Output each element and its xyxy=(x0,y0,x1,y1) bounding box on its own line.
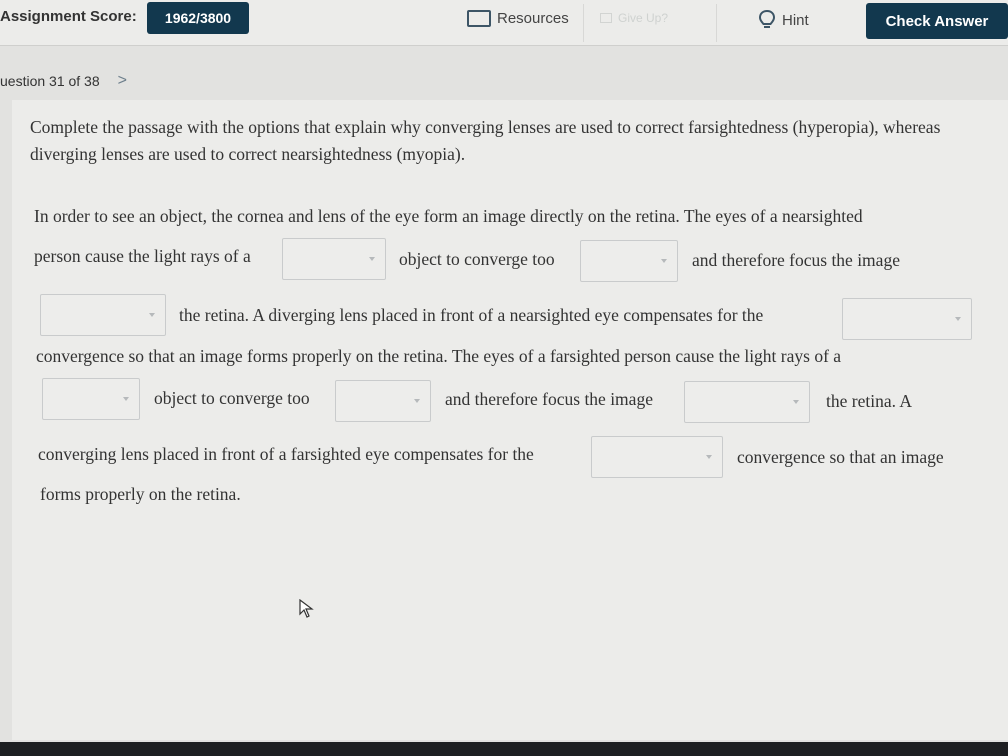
resources-icon xyxy=(467,9,491,27)
passage-text: and therefore focus the image xyxy=(445,389,653,409)
passage-text: converging lens placed in front of a far… xyxy=(38,444,534,464)
answer-dropdown-2[interactable] xyxy=(580,240,678,282)
give-up-label: Give Up? xyxy=(618,11,669,25)
answer-dropdown-3[interactable] xyxy=(40,294,166,336)
assignment-score-value: 1962/3800 xyxy=(147,2,249,34)
answer-dropdown-1[interactable] xyxy=(282,238,386,280)
passage-text: and therefore focus the image xyxy=(692,250,900,270)
resources-label: Resources xyxy=(497,9,569,27)
assignment-toolbar: Assignment Score: 1962/3800 Resources Gi… xyxy=(0,0,1008,46)
resources-button[interactable]: Resources xyxy=(467,0,569,40)
chevron-right-icon[interactable]: > xyxy=(118,72,127,90)
give-up-button[interactable]: Give Up? xyxy=(600,0,668,40)
passage-text: object to converge too xyxy=(154,388,310,408)
answer-dropdown-4[interactable] xyxy=(842,298,972,340)
caret-down-icon xyxy=(661,259,667,263)
passage-text: In order to see an object, the cornea an… xyxy=(34,206,863,226)
toolbar-divider xyxy=(716,4,717,42)
give-up-icon xyxy=(600,13,612,23)
toolbar-divider xyxy=(583,4,584,42)
caret-down-icon xyxy=(149,313,155,317)
question-instructions: Complete the passage with the options th… xyxy=(30,117,941,164)
question-counter: uestion 31 of 38 xyxy=(0,73,100,89)
passage-text: object to converge too xyxy=(399,249,555,269)
passage-text: forms properly on the retina. xyxy=(40,484,241,504)
answer-dropdown-8[interactable] xyxy=(591,436,723,478)
question-navigator: uestion 31 of 38 > xyxy=(0,72,127,90)
question-panel: Complete the passage with the options th… xyxy=(12,100,1008,740)
caret-down-icon xyxy=(706,455,712,459)
caret-down-icon xyxy=(414,399,420,403)
passage-text: convergence so that an image forms prope… xyxy=(36,346,842,366)
check-answer-button[interactable]: Check Answer xyxy=(866,3,1008,39)
answer-dropdown-5[interactable] xyxy=(42,378,140,420)
passage-text: person cause the light rays of a xyxy=(34,246,251,266)
mouse-cursor-icon xyxy=(299,599,314,618)
caret-down-icon xyxy=(793,400,799,404)
screen-bottom-bezel xyxy=(0,742,1008,756)
passage-text: the retina. A xyxy=(826,391,913,411)
passage-text: convergence so that an image xyxy=(737,447,944,467)
caret-down-icon xyxy=(955,317,961,321)
caret-down-icon xyxy=(369,257,375,261)
hint-label: Hint xyxy=(782,11,809,29)
hint-button[interactable]: Hint xyxy=(758,0,809,42)
lightbulb-icon xyxy=(758,9,776,31)
caret-down-icon xyxy=(123,397,129,401)
answer-dropdown-6[interactable] xyxy=(335,380,431,422)
passage-text: the retina. A diverging lens placed in f… xyxy=(179,305,764,325)
assignment-score-label: Assignment Score: xyxy=(0,8,137,25)
answer-dropdown-7[interactable] xyxy=(684,381,810,423)
